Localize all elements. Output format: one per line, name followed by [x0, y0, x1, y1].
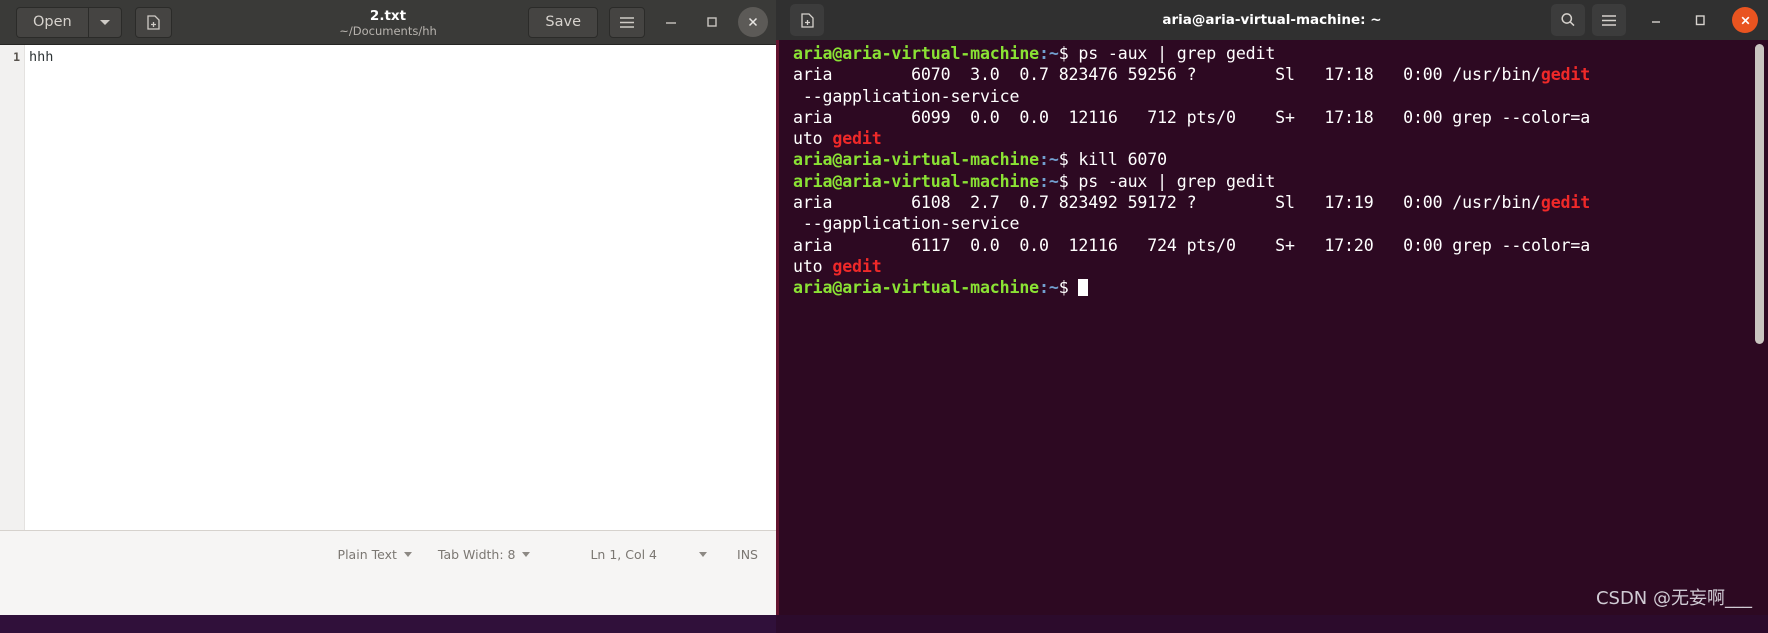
- hamburger-glyph: [620, 16, 634, 28]
- terminal-grep-match: gedit: [832, 256, 882, 276]
- maximize-button[interactable]: [697, 7, 727, 37]
- minimize-button[interactable]: [656, 7, 686, 37]
- chevron-down-icon: [403, 551, 412, 557]
- prompt-user-host: aria@aria-virtual-machine: [793, 44, 1040, 63]
- terminal-line: uto gedit: [793, 128, 1742, 149]
- tab-width-selector[interactable]: Tab Width: 8: [438, 547, 531, 562]
- close-icon: [1741, 16, 1749, 24]
- prompt-symbol: $: [1058, 171, 1069, 191]
- prompt-user-host: aria@aria-virtual-machine: [793, 278, 1040, 298]
- terminal-line: aria 6117 0.0 0.0 12116 724 pts/0 S+ 17:…: [793, 235, 1742, 256]
- page-title: 2.txt: [369, 7, 407, 24]
- new-document-glyph: [147, 14, 160, 30]
- desktop-bottom-strip-left: [0, 615, 776, 633]
- terminal-line: aria@aria-virtual-machine:~$ ps -aux | g…: [793, 43, 1742, 64]
- new-terminal-glyph: [800, 12, 814, 28]
- gedit-header-bar: Open 2.txt ~/Documents/hh Save: [0, 0, 776, 45]
- prompt-user-host: aria@aria-virtual-machine: [793, 150, 1040, 170]
- terminal-output-text: --gapplication-service: [793, 86, 1020, 106]
- new-terminal-icon[interactable]: [790, 4, 824, 36]
- prompt-path: :~: [1039, 171, 1059, 191]
- terminal-header-right: [1551, 4, 1758, 36]
- terminal-command: kill 6070: [1068, 150, 1167, 170]
- language-label: Plain Text: [337, 546, 397, 562]
- terminal-output-text: aria 6108 2.7 0.7 823492 59172 ? Sl 17:1…: [793, 193, 1541, 213]
- close-button[interactable]: [1732, 7, 1758, 33]
- terminal-line: aria@aria-virtual-machine:~$ kill 6070: [793, 149, 1742, 170]
- terminal-grep-match: gedit: [832, 129, 882, 149]
- terminal-cursor: [1078, 279, 1088, 297]
- line-number: 1: [13, 50, 20, 64]
- hamburger-menu-icon[interactable]: [1592, 4, 1626, 36]
- terminal-line: --gapplication-service: [793, 213, 1742, 234]
- prompt-path: :~: [1039, 44, 1059, 63]
- terminal-output-text: uto: [793, 256, 833, 276]
- chevron-down-icon[interactable]: [87, 6, 122, 38]
- cursor-position-label: Ln 1, Col 4: [590, 546, 658, 562]
- search-glyph: [1561, 13, 1575, 27]
- terminal-line: aria@aria-virtual-machine:~$: [793, 277, 1742, 298]
- open-button[interactable]: Open: [16, 6, 88, 38]
- terminal-line: aria@aria-virtual-machine:~$ ps -aux | g…: [793, 171, 1742, 192]
- prompt-symbol: $: [1058, 44, 1069, 63]
- maximize-icon: [707, 17, 717, 27]
- save-button[interactable]: Save: [528, 6, 598, 38]
- minimize-button[interactable]: [1642, 6, 1670, 34]
- tab-width-label: Tab Width: 8: [437, 546, 516, 562]
- hamburger-menu-icon[interactable]: [609, 6, 645, 38]
- gedit-text-area[interactable]: 1 hhh: [0, 45, 776, 531]
- prompt-path: :~: [1039, 150, 1059, 170]
- terminal-line: aria 6108 2.7 0.7 823492 59172 ? Sl 17:1…: [793, 192, 1742, 213]
- terminal-command: ps -aux | grep gedit: [1068, 171, 1276, 191]
- terminal-line: aria 6099 0.0 0.0 12116 712 pts/0 S+ 17:…: [793, 107, 1742, 128]
- search-icon[interactable]: [1551, 4, 1585, 36]
- new-document-icon[interactable]: [134, 6, 172, 38]
- watermark: CSDN @无妄啊___: [1595, 588, 1752, 609]
- terminal-line: --gapplication-service: [793, 86, 1742, 107]
- prompt-path: :~: [1039, 278, 1059, 298]
- language-selector[interactable]: Plain Text: [338, 547, 412, 562]
- terminal-window: aria@aria-virtual-machine: ~ aria@aria-v…: [776, 0, 1768, 633]
- page-subtitle: ~/Documents/hh: [339, 23, 437, 38]
- line-number-gutter: [0, 45, 25, 530]
- maximize-button[interactable]: [1686, 6, 1714, 34]
- chevron-down-icon: [699, 551, 708, 557]
- terminal-grep-match: gedit: [1540, 193, 1591, 213]
- minimize-icon: [666, 22, 676, 24]
- screen: Open 2.txt ~/Documents/hh Save 1 hhh Pla…: [0, 0, 1768, 633]
- terminal-title: aria@aria-virtual-machine: ~: [1162, 12, 1382, 28]
- hamburger-glyph: [1602, 14, 1616, 26]
- gedit-window: Open 2.txt ~/Documents/hh Save 1 hhh Pla…: [0, 0, 776, 633]
- maximize-icon: [1695, 15, 1705, 26]
- open-button-group: Open: [16, 6, 122, 38]
- cursor-position-selector[interactable]: Ln 1, Col 4: [590, 546, 708, 562]
- minimize-icon: [1652, 21, 1660, 23]
- terminal-header-bar: aria@aria-virtual-machine: ~: [776, 0, 1768, 40]
- terminal-body[interactable]: aria@aria-virtual-machine:~$ ps -aux | g…: [776, 40, 1768, 633]
- terminal-output-text: aria 6117 0.0 0.0 12116 724 pts/0 S+ 17:…: [793, 235, 1591, 255]
- document-content[interactable]: hhh: [29, 49, 53, 65]
- terminal-line: aria 6070 3.0 0.7 823476 59256 ? Sl 17:1…: [793, 64, 1742, 85]
- insert-mode-indicator: INS: [737, 546, 758, 562]
- terminal-line: uto gedit: [793, 256, 1742, 277]
- terminal-grep-match: gedit: [1540, 65, 1591, 85]
- close-icon: [748, 17, 758, 27]
- terminal-output-text: --gapplication-service: [793, 214, 1020, 234]
- prompt-symbol: $: [1058, 150, 1069, 170]
- gedit-header-right: Save: [528, 6, 768, 38]
- chevron-down-icon: [522, 551, 531, 557]
- gedit-status-bar: Plain Text Tab Width: 8 Ln 1, Col 4 INS: [0, 531, 776, 577]
- terminal-output-text: aria 6070 3.0 0.7 823476 59256 ? Sl 17:1…: [793, 65, 1541, 85]
- terminal-output[interactable]: aria@aria-virtual-machine:~$ ps -aux | g…: [793, 43, 1742, 299]
- terminal-command: ps -aux | grep gedit: [1068, 44, 1276, 63]
- close-button[interactable]: [738, 7, 768, 37]
- terminal-scrollbar[interactable]: [1755, 44, 1764, 344]
- terminal-output-text: aria 6099 0.0 0.0 12116 712 pts/0 S+ 17:…: [793, 107, 1591, 127]
- prompt-user-host: aria@aria-virtual-machine: [793, 171, 1040, 191]
- terminal-command: [1069, 278, 1079, 297]
- prompt-symbol: $: [1058, 278, 1069, 298]
- terminal-output-text: uto: [793, 129, 833, 149]
